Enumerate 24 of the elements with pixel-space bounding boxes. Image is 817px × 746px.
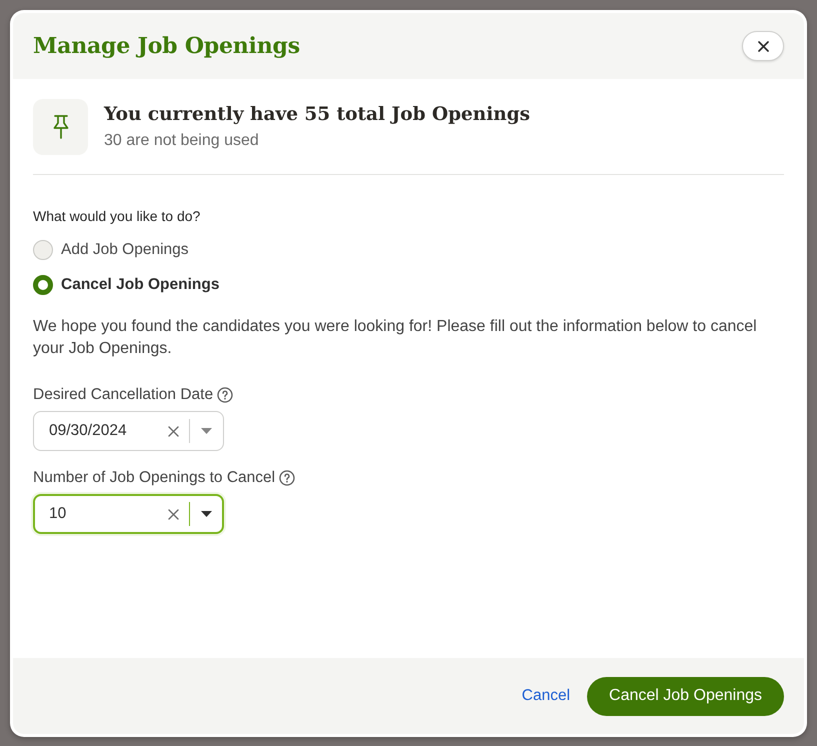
summary-heading: You currently have 55 total Job Openings [104,103,530,127]
radio-button[interactable] [33,240,53,260]
radio-label[interactable]: Add Job Openings [61,238,189,262]
clear-icon [168,508,178,520]
close-button[interactable] [742,31,784,61]
dialog-title: Manage Job Openings [33,32,300,60]
pin-icon [33,99,88,155]
question-text: What would you like to do? [33,207,202,226]
caret-down-icon [201,428,212,434]
radio-button[interactable] [33,275,53,295]
caret-down-icon [201,511,212,517]
summary-subtext: 30 are not being used [104,131,260,151]
close-icon [758,40,768,52]
field-label: Desired Cancellation Date [33,385,214,405]
help-icon [279,470,296,486]
submit-button[interactable]: Cancel Job Openings [587,676,784,716]
info-message: We hope you found the candidates you were looking for! Please fill out the information below to cancel your Job Openings. [33,317,758,359]
clear-icon [168,426,179,436]
select-field[interactable]: 09/30/2024 [33,411,224,451]
select-field[interactable]: 10 [33,494,224,534]
help-icon [217,387,234,403]
radio-label[interactable]: Cancel Job Openings [61,273,220,297]
field-label: Number of Job Openings to Cancel [33,468,276,488]
cancel-link[interactable]: Cancel [522,686,570,706]
